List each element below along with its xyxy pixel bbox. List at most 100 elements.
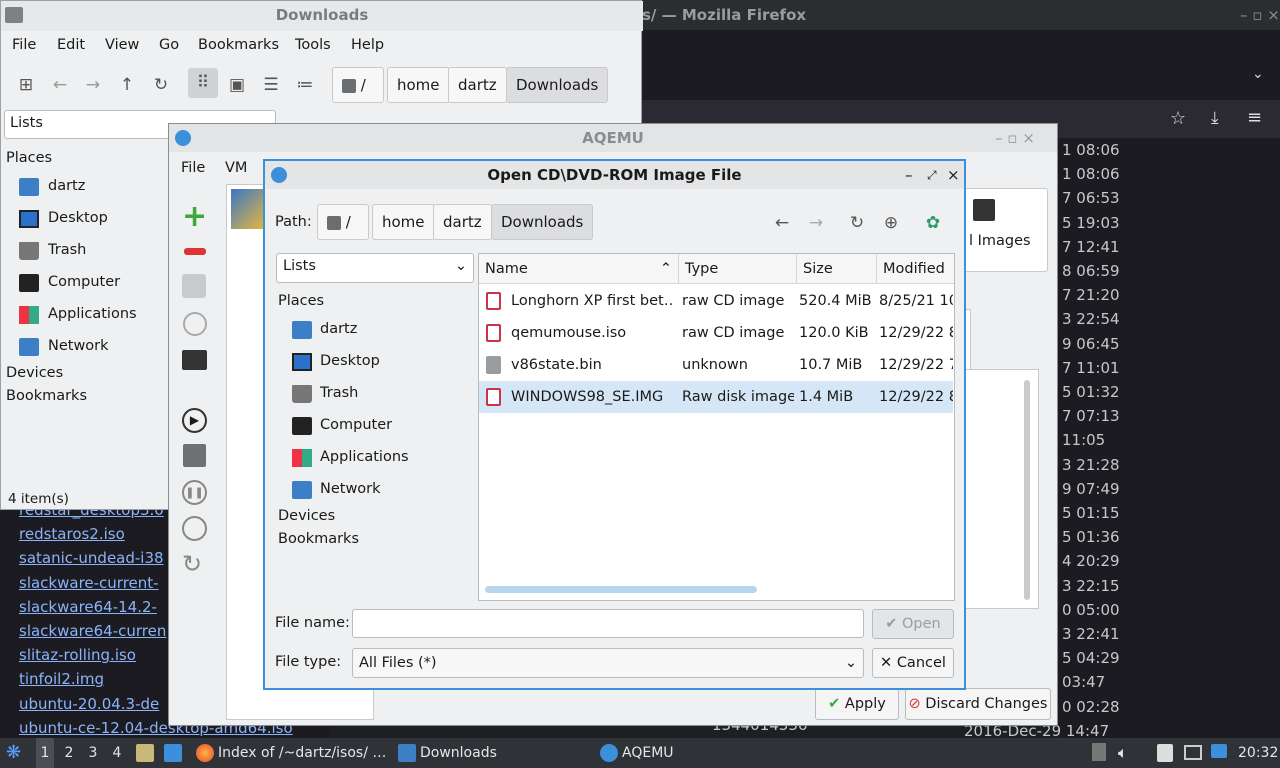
new-tab-icon[interactable]: ⊞: [11, 70, 41, 100]
file-row[interactable]: Longhorn XP first bet… raw CD image 520.4 …: [479, 285, 953, 317]
discard-changes-button[interactable]: ⊘ Discard Changes: [905, 688, 1051, 720]
workspace-3[interactable]: 3: [84, 738, 102, 768]
menu-help[interactable]: Help: [351, 37, 384, 53]
terminal-icon[interactable]: [182, 350, 207, 370]
open-button[interactable]: ✔ Open: [872, 609, 954, 639]
path-crumb-dartz[interactable]: dartz: [448, 67, 507, 103]
up-icon[interactable]: ↑: [112, 70, 142, 100]
back-icon[interactable]: ←: [45, 70, 75, 100]
menu-icon[interactable]: ≡: [1247, 107, 1262, 128]
workspace-1[interactable]: 1: [36, 738, 54, 768]
back-icon[interactable]: ←: [767, 208, 797, 238]
devices-heading[interactable]: Devices: [278, 508, 335, 524]
save-icon[interactable]: [183, 444, 206, 467]
listing-link[interactable]: tinfoil2.img: [19, 670, 104, 688]
detail-view-icon[interactable]: ≔: [290, 70, 320, 100]
column-type[interactable]: Type: [679, 254, 797, 284]
notification-icon[interactable]: [1211, 744, 1227, 758]
thumbnail-view-icon[interactable]: ▣: [222, 70, 252, 100]
column-modified[interactable]: Modified: [877, 254, 954, 284]
maximize-icon[interactable]: ⤢: [927, 161, 937, 189]
hdd-icon[interactable]: [182, 274, 206, 298]
settings-icon[interactable]: ✿: [918, 208, 948, 238]
menu-bookmarks[interactable]: Bookmarks: [198, 37, 279, 53]
compact-view-icon[interactable]: ☰: [256, 70, 286, 100]
place-network[interactable]: Network: [6, 336, 176, 360]
path-crumb-home[interactable]: home: [387, 67, 450, 103]
remove-vm-icon[interactable]: [184, 248, 206, 255]
battery-icon[interactable]: [1092, 743, 1106, 761]
vm-windows-icon[interactable]: [231, 189, 265, 229]
chevron-down-icon[interactable]: ⌄: [1252, 66, 1264, 82]
bookmarks-heading[interactable]: Bookmarks: [6, 388, 87, 404]
column-size[interactable]: Size: [797, 254, 877, 284]
listing-link[interactable]: slackware-current-: [19, 574, 159, 592]
workspace-2[interactable]: 2: [60, 738, 78, 768]
network-icon[interactable]: [1184, 745, 1202, 760]
task-button[interactable]: Index of /~dartz/isos/ …: [194, 738, 390, 768]
add-vm-icon[interactable]: +: [182, 202, 207, 232]
listing-link[interactable]: redstaros2.iso: [19, 525, 125, 543]
forward-icon[interactable]: →: [78, 70, 108, 100]
file-row[interactable]: v86state.bin unknown 10.7 MiB 12/29/22 7: [479, 349, 953, 381]
clock[interactable]: 20:32: [1238, 738, 1278, 768]
place-dartz[interactable]: dartz: [6, 176, 176, 200]
path-crumb-downloads[interactable]: Downloads: [506, 67, 609, 103]
stop-icon[interactable]: [182, 516, 207, 541]
file-manager-launcher-icon[interactable]: [136, 744, 154, 762]
menu-go[interactable]: Go: [159, 37, 179, 53]
place-dartz[interactable]: dartz: [278, 319, 448, 343]
icon-view-icon[interactable]: ⠿: [188, 68, 218, 98]
listing-link[interactable]: satanic-undead-i38: [19, 549, 164, 567]
pause-icon[interactable]: ❚❚: [182, 480, 207, 505]
path-root-button[interactable]: /: [317, 204, 369, 240]
place-network[interactable]: Network: [278, 479, 448, 503]
clock-icon[interactable]: [183, 312, 207, 336]
play-icon[interactable]: ▶: [182, 408, 207, 433]
scrollbar[interactable]: [1024, 380, 1030, 600]
file-row[interactable]: WINDOWS98_SE.IMG Raw disk image 1.4 MiB 12/…: [479, 381, 953, 413]
file-row[interactable]: qemumouse.iso raw CD image 120.0 KiB 12/29/…: [479, 317, 953, 349]
workspace-4[interactable]: 4: [108, 738, 126, 768]
reset-icon[interactable]: ↻: [182, 550, 202, 578]
listing-link[interactable]: ubuntu-20.04.3-de: [19, 695, 159, 713]
reload-icon[interactable]: ↻: [842, 208, 872, 238]
place-trash[interactable]: Trash: [6, 240, 176, 264]
bookmarks-heading[interactable]: Bookmarks: [278, 531, 359, 547]
apply-button[interactable]: ✔ Apply: [815, 688, 899, 720]
listing-link[interactable]: slackware64-14.2-: [19, 598, 157, 616]
close-icon[interactable]: ×: [947, 161, 960, 189]
listing-link[interactable]: slitaz-rolling.iso: [19, 646, 136, 664]
menu-file[interactable]: File: [12, 37, 36, 53]
horizontal-scrollbar[interactable]: [485, 586, 757, 593]
place-applications[interactable]: Applications: [6, 304, 176, 328]
listing-link[interactable]: slackware64-curren: [19, 622, 166, 640]
volume-icon[interactable]: 🔈︎: [1118, 738, 1128, 768]
place-desktop[interactable]: Desktop: [278, 351, 448, 375]
new-folder-icon[interactable]: ⊕: [876, 208, 906, 238]
menu-tools[interactable]: Tools: [295, 37, 331, 53]
path-crumb-dartz[interactable]: dartz: [433, 204, 492, 240]
download-icon[interactable]: ⤓: [1211, 108, 1219, 128]
bookmark-star-icon[interactable]: ☆: [1170, 108, 1186, 129]
aqemu-menu-vm[interactable]: VM: [225, 160, 247, 176]
window-controls[interactable]: – ▫ ×: [995, 124, 1035, 152]
filename-input[interactable]: [352, 609, 864, 638]
devices-heading[interactable]: Devices: [6, 365, 63, 381]
task-button[interactable]: Downloads: [396, 738, 592, 768]
side-pane-mode-select[interactable]: Lists ⌄: [276, 253, 474, 283]
aqemu-menu-file[interactable]: File: [181, 160, 205, 176]
place-desktop[interactable]: Desktop: [6, 208, 176, 232]
place-trash[interactable]: Trash: [278, 383, 448, 407]
minimize-icon[interactable]: –: [905, 161, 913, 189]
start-menu-icon[interactable]: ❋: [6, 738, 26, 768]
path-crumb-downloads[interactable]: Downloads: [491, 204, 594, 240]
place-applications[interactable]: Applications: [278, 447, 448, 471]
window-controls[interactable]: – ▫ ×: [1240, 0, 1280, 30]
menu-view[interactable]: View: [105, 37, 139, 53]
column-name[interactable]: Name ⌃: [479, 254, 679, 284]
menu-edit[interactable]: Edit: [57, 37, 85, 53]
filetype-select[interactable]: All Files (*) ⌄: [352, 648, 864, 678]
clipboard-icon[interactable]: [1157, 744, 1173, 762]
show-desktop-icon[interactable]: [164, 744, 182, 762]
